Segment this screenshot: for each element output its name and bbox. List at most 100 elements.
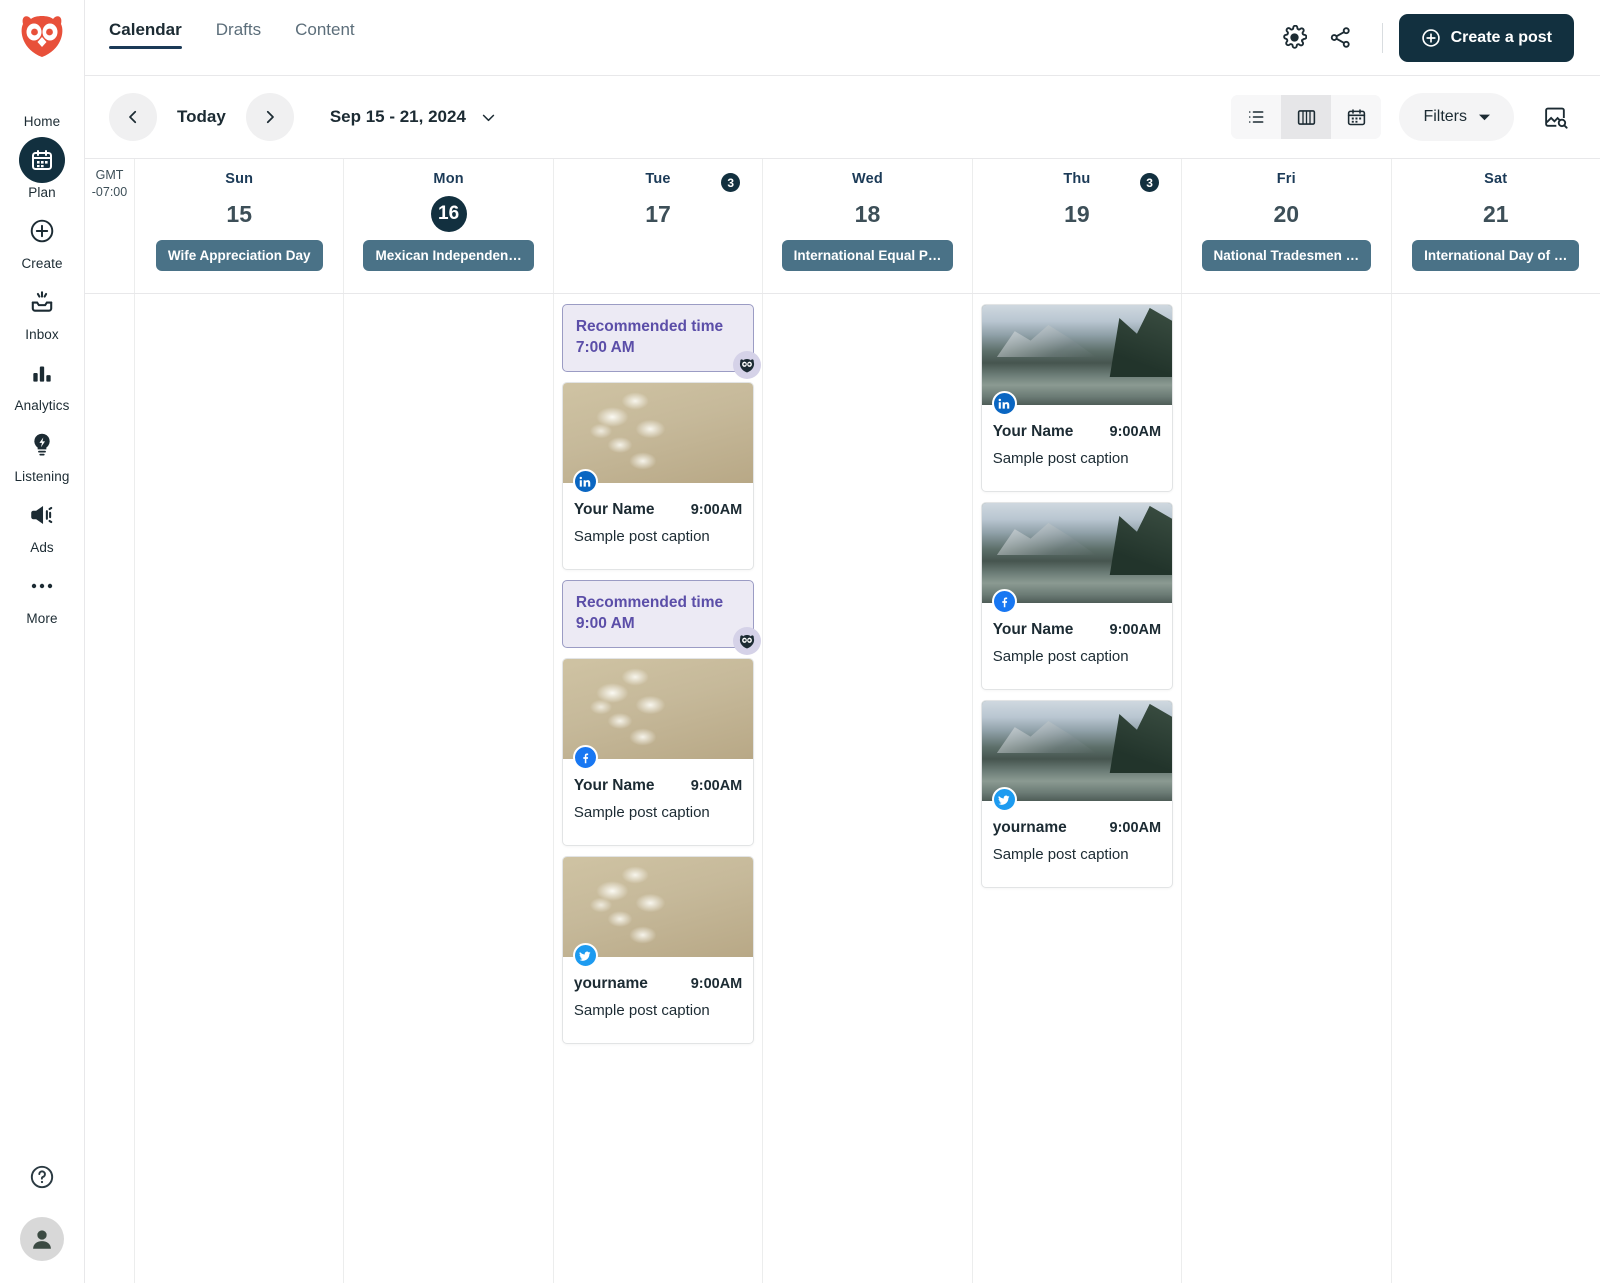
post-author-name: Your Name <box>992 423 1074 440</box>
linkedin-icon <box>572 469 598 494</box>
facebook-icon <box>991 589 1017 614</box>
top-bar: Calendar Drafts Content Create a post <box>85 0 1600 76</box>
day-column-wed[interactable] <box>763 294 973 1283</box>
sidebar-item-listening[interactable]: Listening <box>0 419 84 490</box>
caret-down-icon <box>1479 113 1490 121</box>
post-card[interactable]: Your Name 9:00AM Sample post caption <box>561 382 755 570</box>
share-icon[interactable] <box>1318 15 1364 61</box>
question-circle-icon[interactable] <box>29 1164 55 1195</box>
next-period-button[interactable] <box>245 93 294 141</box>
sidebar-label-analytics: Analytics <box>14 398 70 413</box>
recommended-time-card[interactable]: Recommended time 7:00 AM <box>561 304 762 379</box>
tab-calendar[interactable]: Calendar <box>109 20 182 56</box>
tab-drafts[interactable]: Drafts <box>216 20 261 56</box>
sidebar-item-more[interactable]: More <box>0 561 84 632</box>
twitter-icon <box>991 787 1017 812</box>
post-caption: Sample post caption <box>992 846 1129 863</box>
day-number: 17 <box>645 200 671 227</box>
tab-content[interactable]: Content <box>295 20 355 56</box>
calendar-grid: GMT -07:00 Sun 15 Wife Appreciation Day … <box>85 158 1600 1283</box>
holiday-chip[interactable]: International Equal P… <box>781 240 954 271</box>
sidebar-item-home[interactable]: Home <box>0 64 84 135</box>
post-body: yourname 9:00AM Sample post caption <box>982 801 1172 887</box>
post-card[interactable]: Your Name 9:00AM Sample post caption <box>561 658 755 846</box>
recommended-time-title: Recommended time <box>575 318 724 335</box>
post-image <box>562 857 754 968</box>
day-header-tue: Tue 3 17 <box>554 159 764 293</box>
post-time: 9:00AM <box>1109 424 1162 440</box>
day-number: 21 <box>1482 200 1509 227</box>
owl-avatar-icon <box>733 627 762 655</box>
post-body: Your Name 9:00AM Sample post caption <box>563 483 753 569</box>
day-column-tue[interactable]: Recommended time 7:00 AM Your Name 9:00A… <box>554 294 764 1283</box>
post-card[interactable]: Your Name 9:00AM Sample post caption <box>980 502 1174 690</box>
post-caption: Sample post caption <box>573 1002 710 1019</box>
hootsuite-owl-logo[interactable] <box>15 10 69 64</box>
day-number: 18 <box>854 200 881 227</box>
day-column-mon[interactable] <box>344 294 554 1283</box>
image-search-icon[interactable] <box>1532 94 1578 140</box>
post-card[interactable]: Your Name 9:00AM Sample post caption <box>980 304 1174 492</box>
sidebar-label-create: Create <box>21 256 63 271</box>
facebook-icon <box>572 745 598 770</box>
holiday-chip[interactable]: International Day of … <box>1412 240 1580 271</box>
day-of-week-label: Tue <box>645 171 671 187</box>
post-author-name: Your Name <box>992 621 1074 638</box>
sidebar-item-analytics[interactable]: Analytics <box>0 348 84 419</box>
recommended-time-card[interactable]: Recommended time 9:00 AM <box>561 580 762 655</box>
create-post-label: Create a post <box>1450 28 1552 46</box>
view-week-columns-button[interactable] <box>1281 95 1332 139</box>
linkedin-icon <box>991 391 1017 416</box>
day-header-sat: Sat 21 International Day of … <box>1392 159 1600 293</box>
sidebar-item-create[interactable]: Create <box>0 206 84 277</box>
date-range-label: Sep 15 - 21, 2024 <box>329 107 466 126</box>
prev-period-button[interactable] <box>109 93 157 141</box>
recommended-time-value: 9:00 AM <box>575 615 635 632</box>
sidebar-label-plan: Plan <box>28 185 56 200</box>
post-image <box>981 701 1173 812</box>
day-column-thu[interactable]: Your Name 9:00AM Sample post caption You… <box>973 294 1183 1283</box>
sidebar-item-plan[interactable]: Plan <box>0 135 84 206</box>
bar-chart-icon <box>19 350 65 396</box>
sidebar-item-inbox[interactable]: Inbox <box>0 277 84 348</box>
post-image <box>981 305 1173 416</box>
day-column-fri[interactable] <box>1182 294 1392 1283</box>
day-of-week-label: Thu <box>1063 171 1091 187</box>
timezone-line-2: -07:00 <box>91 185 128 199</box>
view-list-button[interactable] <box>1231 95 1282 139</box>
rail-bottom-group <box>20 1164 64 1283</box>
post-author-name: yourname <box>573 975 648 992</box>
post-card[interactable]: yourname 9:00AM Sample post caption <box>561 856 755 1044</box>
day-number-today: 16 <box>430 196 467 232</box>
post-body: Your Name 9:00AM Sample post caption <box>563 759 753 845</box>
post-time: 9:00AM <box>690 502 743 518</box>
sidebar-label-more: More <box>26 611 58 626</box>
sidebar-item-ads[interactable]: Ads <box>0 490 84 561</box>
post-card[interactable]: yourname 9:00AM Sample post caption <box>980 700 1174 888</box>
post-time: 9:00AM <box>690 976 743 992</box>
post-body: Your Name 9:00AM Sample post caption <box>982 603 1172 689</box>
day-column-sun[interactable] <box>135 294 345 1283</box>
date-range-selector[interactable]: Sep 15 - 21, 2024 <box>330 107 497 127</box>
day-column-sat[interactable] <box>1392 294 1600 1283</box>
post-meta-row: Your Name 9:00AM <box>993 621 1161 639</box>
post-caption: Sample post caption <box>992 450 1129 467</box>
post-caption: Sample post caption <box>573 804 710 821</box>
lightbulb-icon <box>19 421 65 467</box>
user-avatar-icon[interactable] <box>20 1217 64 1261</box>
gear-icon[interactable] <box>1272 15 1318 61</box>
inbox-icon <box>19 279 65 325</box>
megaphone-icon <box>19 492 65 538</box>
post-caption: Sample post caption <box>992 648 1129 665</box>
filters-button[interactable]: Filters <box>1399 93 1514 141</box>
holiday-chip[interactable]: National Tradesmen … <box>1201 240 1372 271</box>
holiday-chip[interactable]: Mexican Independen… <box>363 240 534 271</box>
today-button[interactable]: Today <box>177 107 226 127</box>
create-post-button[interactable]: Create a post <box>1398 13 1574 62</box>
view-month-calendar-button[interactable] <box>1331 95 1382 139</box>
recommended-time-title: Recommended time <box>575 594 724 611</box>
timezone-gutter <box>85 294 135 1283</box>
chevron-down-icon <box>480 109 497 126</box>
holiday-chip[interactable]: Wife Appreciation Day <box>155 240 323 271</box>
day-of-week-label: Mon <box>433 171 464 187</box>
